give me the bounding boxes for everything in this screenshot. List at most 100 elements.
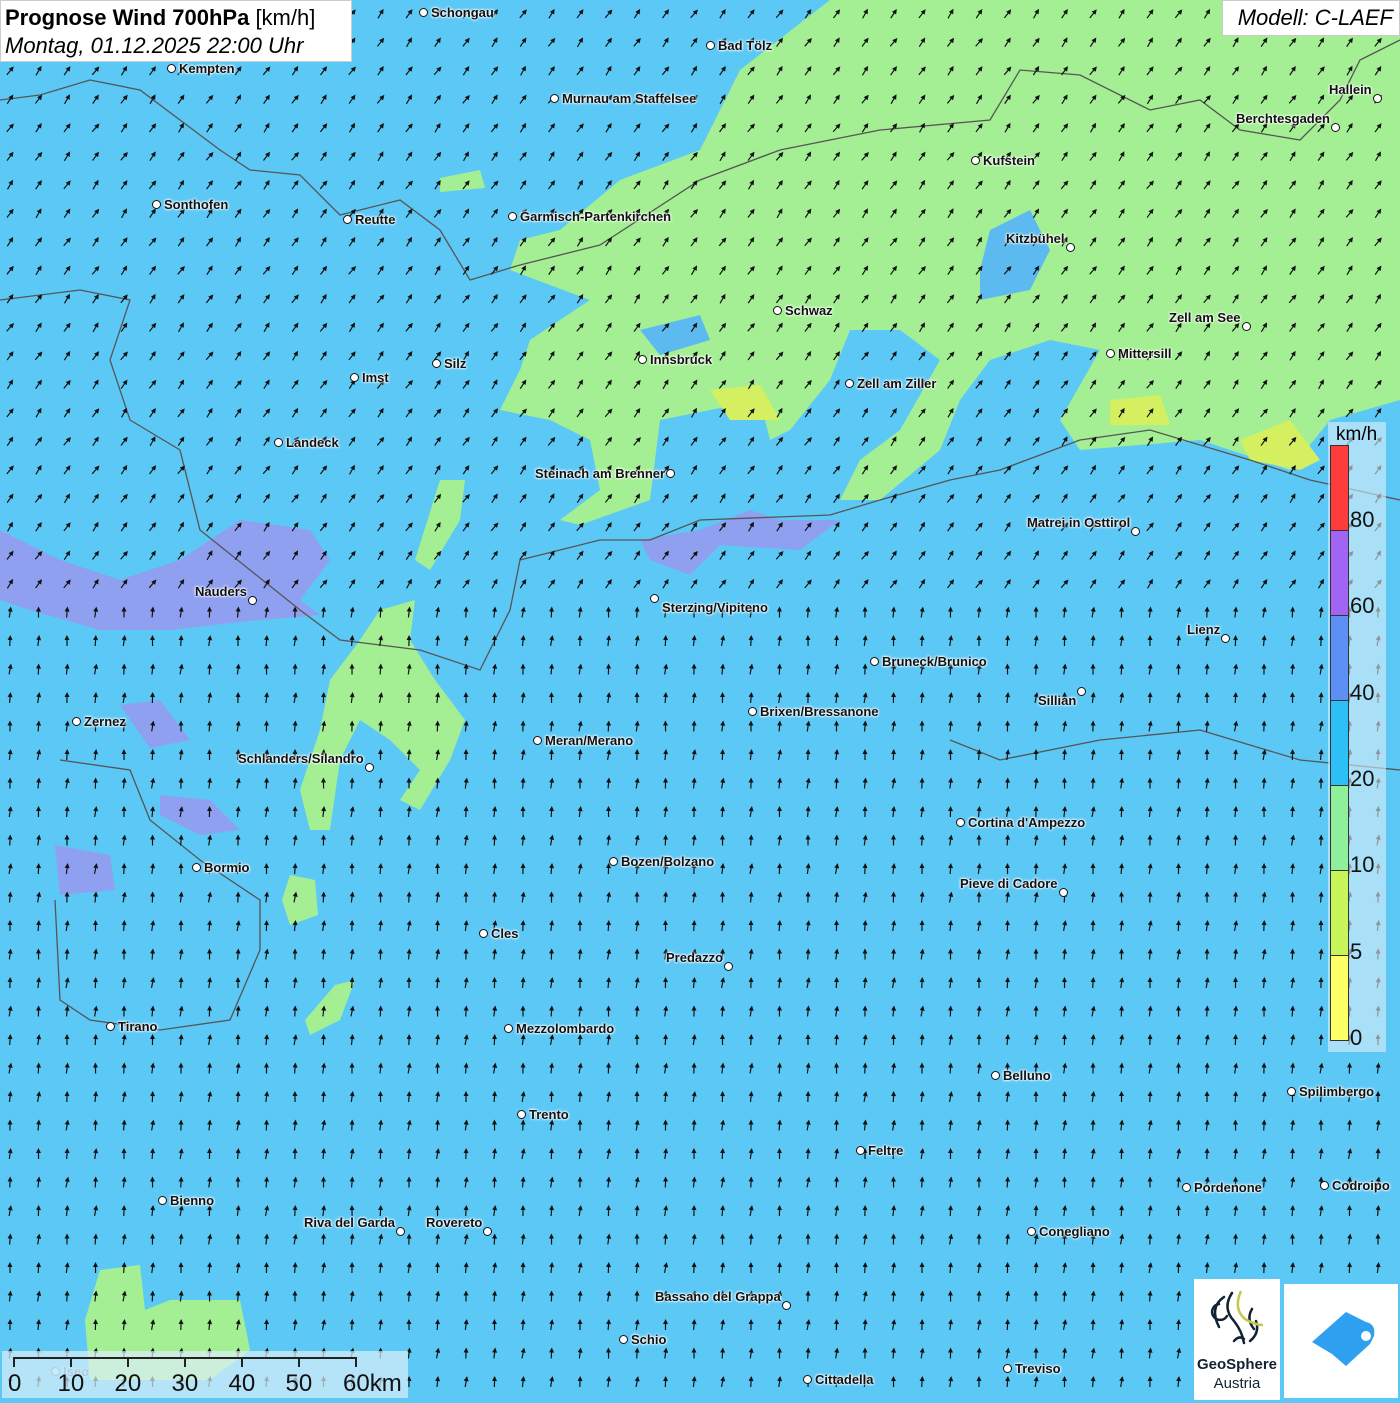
legend-tick-label: 0 xyxy=(1350,1025,1362,1051)
city-label: Matrei in Osttirol xyxy=(1027,515,1130,530)
light-area-3 xyxy=(1110,395,1170,425)
city-marker xyxy=(1059,888,1068,897)
city-marker xyxy=(1373,94,1382,103)
legend-unit: km/h xyxy=(1336,424,1377,446)
scale-tick xyxy=(127,1357,129,1367)
scale-tick xyxy=(184,1357,186,1367)
city-marker xyxy=(1077,687,1086,696)
scale-label: 50 xyxy=(286,1370,313,1398)
city-label: Hallein xyxy=(1329,82,1372,97)
scale-tick xyxy=(70,1357,72,1367)
forecast-datetime: Montag, 01.12.2025 22:00 Uhr xyxy=(5,32,347,60)
city-marker xyxy=(550,94,559,103)
city-label: Lienz xyxy=(1187,622,1220,637)
scale-tick xyxy=(13,1357,15,1367)
city-marker xyxy=(533,736,542,745)
city-label: Bassano del Grappa xyxy=(655,1289,781,1304)
legend-swatch xyxy=(1330,530,1349,616)
city-label: Belluno xyxy=(1003,1068,1051,1083)
city-marker xyxy=(1003,1364,1012,1373)
legend-tick-label: 40 xyxy=(1350,680,1374,706)
city-marker xyxy=(158,1196,167,1205)
legend-tick-label: 80 xyxy=(1350,507,1374,533)
city-marker xyxy=(803,1375,812,1384)
scale-label: 30 xyxy=(172,1370,199,1398)
city-marker xyxy=(706,41,715,50)
scale-label: 20 xyxy=(115,1370,142,1398)
legend-tick-label: 20 xyxy=(1350,766,1374,792)
city-marker xyxy=(479,929,488,938)
title-box: Prognose Wind 700hPa [km/h] Montag, 01.1… xyxy=(0,0,352,62)
scale-label: 40 xyxy=(229,1370,256,1398)
city-label: Zernez xyxy=(84,714,126,729)
city-marker xyxy=(1106,349,1115,358)
city-label: Meran/Merano xyxy=(545,733,633,748)
city-label: Berchtesgaden xyxy=(1236,111,1330,126)
city-marker xyxy=(419,8,428,17)
scale-label: 10 xyxy=(58,1370,85,1398)
city-label: Kitzbühel xyxy=(1006,231,1065,246)
city-marker xyxy=(619,1335,628,1344)
city-marker xyxy=(192,863,201,872)
city-marker xyxy=(971,156,980,165)
legend-tick-label: 10 xyxy=(1350,852,1374,878)
city-marker xyxy=(1320,1181,1329,1190)
scale-label: 60km xyxy=(343,1370,402,1398)
city-label: Rovereto xyxy=(426,1215,482,1230)
city-marker xyxy=(72,717,81,726)
map-title: Prognose Wind 700hPa xyxy=(5,5,249,30)
city-label: Codroipo xyxy=(1332,1178,1390,1193)
city-label: Bad Tölz xyxy=(718,38,772,53)
city-marker xyxy=(343,215,352,224)
legend-color-bar xyxy=(1330,446,1349,1041)
city-marker xyxy=(248,596,257,605)
city-marker xyxy=(845,379,854,388)
city-marker xyxy=(106,1022,115,1031)
city-label: Bormio xyxy=(204,860,250,875)
city-marker xyxy=(1287,1087,1296,1096)
city-marker xyxy=(1331,123,1340,132)
city-marker xyxy=(432,359,441,368)
legend-swatch xyxy=(1330,615,1349,701)
city-marker xyxy=(504,1024,513,1033)
city-label: Pordenone xyxy=(1194,1180,1262,1195)
city-label: Murnau am Staffelsee xyxy=(562,91,696,106)
city-label: Silz xyxy=(444,356,466,371)
city-marker xyxy=(956,818,965,827)
scale-bar: 0102030405060km xyxy=(2,1351,408,1398)
city-label: Trento xyxy=(529,1107,569,1122)
geosphere-emblem-icon xyxy=(1194,1279,1280,1355)
model-label: Modell: C-LAEF xyxy=(1222,0,1400,36)
geosphere-country: Austria xyxy=(1194,1375,1280,1392)
city-label: Innsbruck xyxy=(650,352,712,367)
city-marker xyxy=(1221,634,1230,643)
legend-swatch xyxy=(1330,785,1349,871)
city-marker xyxy=(724,962,733,971)
city-marker xyxy=(856,1146,865,1155)
city-label: Garmisch-Partenkirchen xyxy=(520,209,671,224)
city-label: Mezzolombardo xyxy=(516,1021,614,1036)
city-label: Schio xyxy=(631,1332,666,1347)
city-marker xyxy=(782,1301,791,1310)
city-label: Kufstein xyxy=(983,153,1035,168)
geosphere-logo[interactable]: GeoSphere Austria xyxy=(1194,1279,1280,1400)
city-marker xyxy=(152,200,161,209)
city-marker xyxy=(870,657,879,666)
city-label: Kempten xyxy=(179,61,235,76)
city-label: Brixen/Bressanone xyxy=(760,704,879,719)
city-marker xyxy=(508,212,517,221)
city-label: Cittadella xyxy=(815,1372,874,1387)
city-label: Bienno xyxy=(170,1193,214,1208)
city-marker xyxy=(396,1227,405,1236)
city-marker xyxy=(650,594,659,603)
city-label: Landeck xyxy=(286,435,339,450)
city-marker xyxy=(666,469,675,478)
city-marker xyxy=(1027,1227,1036,1236)
city-label: Cles xyxy=(491,926,518,941)
city-label: Sterzing/Vipiteno xyxy=(662,600,768,615)
city-label: Bozen/Bolzano xyxy=(621,854,714,869)
city-label: Conegliano xyxy=(1039,1224,1110,1239)
weather-app-logo[interactable] xyxy=(1284,1284,1398,1398)
city-marker xyxy=(274,438,283,447)
city-label: Treviso xyxy=(1015,1361,1061,1376)
